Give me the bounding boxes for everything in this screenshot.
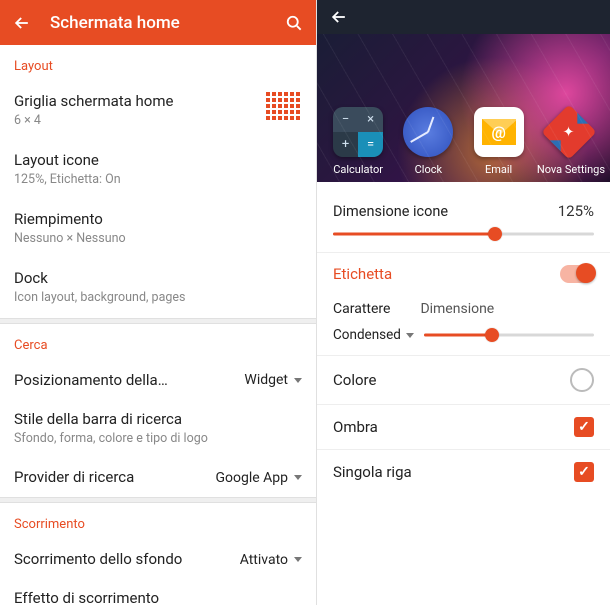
email-icon: @ <box>474 107 524 157</box>
label-tabs: Carattere Dimensione <box>317 295 610 319</box>
item-title: Effetto di scorrimento <box>14 589 302 605</box>
chevron-down-icon <box>294 378 302 383</box>
preview-app-bar <box>317 0 610 34</box>
etichetta-toggle[interactable] <box>560 265 594 283</box>
app-nova: ✦ Nova Settings <box>537 107 601 176</box>
grid-icon <box>266 92 300 120</box>
row-shadow[interactable]: Ombra <box>317 405 610 449</box>
single-line-checkbox[interactable] <box>574 462 594 482</box>
item-subtitle: 6 × 4 <box>14 113 302 130</box>
item-search-provider[interactable]: Provider di ricerca Google App <box>0 458 316 497</box>
tab-character[interactable]: Carattere <box>333 301 390 317</box>
calculator-icon: −×+= <box>333 107 383 157</box>
item-subtitle: Icon layout, background, pages <box>14 290 302 307</box>
section-header-scrolling: Scorrimento <box>0 503 316 540</box>
item-scroll-effect[interactable]: Effetto di scorrimento Effetto di transi… <box>0 579 316 605</box>
app-bar-title: Schermata home <box>50 13 266 33</box>
app-bar: Schermata home <box>0 0 316 45</box>
item-grid[interactable]: Griglia schermata home 6 × 4 <box>0 82 316 141</box>
item-title: Layout icone <box>14 151 302 169</box>
search-icon[interactable] <box>284 13 304 33</box>
color-swatch[interactable] <box>570 368 594 392</box>
app-email: @ Email <box>467 107 531 176</box>
preview-app-row: −×+= Calculator Clock @ Email ✦ <box>317 107 610 176</box>
row-color[interactable]: Colore <box>317 356 610 404</box>
section-header-layout: Layout <box>0 45 316 82</box>
shadow-label: Ombra <box>333 418 378 436</box>
item-dock[interactable]: Dock Icon layout, background, pages <box>0 259 316 318</box>
font-name: Condensed <box>333 327 401 343</box>
tab-dimension[interactable]: Dimensione <box>420 301 494 317</box>
item-value: Attivato <box>240 552 302 568</box>
row-single-line[interactable]: Singola riga <box>317 450 610 494</box>
right-content: Dimensione icone 125% Etichetta Caratter… <box>317 182 610 494</box>
clock-icon <box>403 107 453 157</box>
font-size-slider[interactable] <box>424 325 594 345</box>
font-row: Condensed <box>317 319 610 355</box>
item-title: Griglia schermata home <box>14 92 302 110</box>
color-label: Colore <box>333 371 376 389</box>
back-icon[interactable] <box>329 7 349 27</box>
etichetta-label: Etichetta <box>333 265 392 283</box>
item-value: Google App <box>215 470 302 486</box>
icon-size-value: 125% <box>558 202 594 220</box>
item-value: Widget <box>244 372 302 388</box>
row-icon-size: Dimensione icone 125% <box>317 184 610 222</box>
nova-icon: ✦ <box>541 104 596 159</box>
item-subtitle: Sfondo, forma, colore e tipo di logo <box>14 431 302 448</box>
app-calculator: −×+= Calculator <box>326 107 390 176</box>
app-label: Email <box>467 163 531 176</box>
home-settings-pane: Schermata home Layout Griglia schermata … <box>0 0 317 605</box>
item-title: Dock <box>14 269 302 287</box>
app-label: Clock <box>396 163 460 176</box>
chevron-down-icon <box>294 475 302 480</box>
row-etichetta: Etichetta <box>317 253 610 295</box>
preview-wallpaper: −×+= Calculator Clock @ Email ✦ <box>317 34 610 182</box>
value-text: Attivato <box>240 552 288 568</box>
value-text: Widget <box>244 372 288 388</box>
back-icon[interactable] <box>12 13 32 33</box>
app-label: Nova Settings <box>537 163 601 176</box>
item-subtitle: Nessuno × Nessuno <box>14 231 302 248</box>
icon-size-label: Dimensione icone <box>333 203 448 220</box>
item-title: Stile della barra di ricerca <box>14 410 302 428</box>
item-padding[interactable]: Riempimento Nessuno × Nessuno <box>0 200 316 259</box>
single-line-label: Singola riga <box>333 463 412 481</box>
chevron-down-icon <box>406 333 414 338</box>
icon-size-slider[interactable] <box>333 222 594 246</box>
item-search-placement[interactable]: Posizionamento della… Widget <box>0 361 316 400</box>
font-select[interactable]: Condensed <box>333 327 414 343</box>
value-text: Google App <box>215 470 288 486</box>
chevron-down-icon <box>294 557 302 562</box>
app-clock: Clock <box>396 107 460 176</box>
item-bg-scroll[interactable]: Scorrimento dello sfondo Attivato <box>0 540 316 579</box>
icon-layout-pane: −×+= Calculator Clock @ Email ✦ <box>317 0 610 605</box>
item-search-bar-style[interactable]: Stile della barra di ricerca Sfondo, for… <box>0 400 316 459</box>
shadow-checkbox[interactable] <box>574 417 594 437</box>
item-title: Riempimento <box>14 210 302 228</box>
item-icon-layout[interactable]: Layout icone 125%, Etichetta: On <box>0 141 316 200</box>
app-label: Calculator <box>326 163 390 176</box>
section-header-search: Cerca <box>0 324 316 361</box>
item-subtitle: 125%, Etichetta: On <box>14 172 302 189</box>
